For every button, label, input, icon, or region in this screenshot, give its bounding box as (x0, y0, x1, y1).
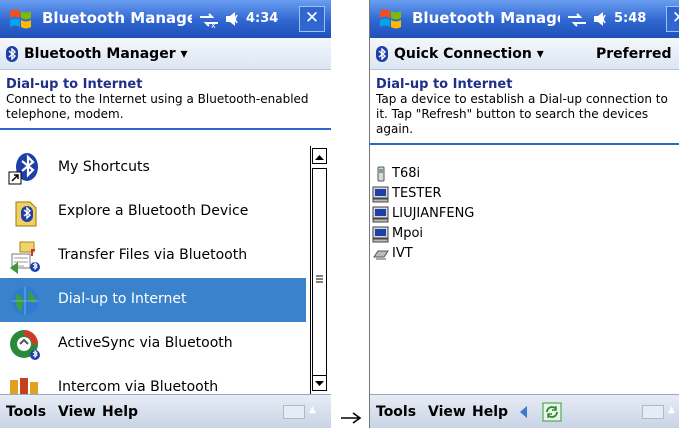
window-title: Bluetooth Manager (42, 9, 192, 27)
device-label: TESTER (392, 186, 442, 201)
speaker-icon[interactable] (592, 11, 610, 27)
device-item-ivt[interactable]: IVT (370, 244, 570, 264)
menu-view[interactable]: View (58, 404, 96, 420)
svg-text:x: x (211, 21, 216, 29)
list-item-label: Transfer Files via Bluetooth (58, 247, 248, 263)
device-item-liujianfeng[interactable]: LIUJIANFENG (370, 204, 570, 224)
scrollbar[interactable] (310, 146, 328, 394)
close-button[interactable]: ✕ (299, 6, 325, 32)
menu-bar: Tools View Help ▲ (370, 394, 679, 428)
speaker-icon[interactable] (224, 11, 242, 27)
scroll-up-button[interactable] (312, 148, 327, 164)
keyboard-icon[interactable] (642, 405, 664, 419)
bluetooth-shortcut-icon (8, 153, 38, 185)
bluetooth-icon (376, 46, 388, 62)
list-item-label: My Shortcuts (58, 159, 150, 175)
intercom-icon (10, 378, 38, 394)
menu-view[interactable]: View (428, 404, 466, 420)
close-button[interactable]: ✕ (666, 6, 679, 32)
activesync-icon (10, 330, 40, 360)
modem-icon (373, 250, 389, 260)
device-item-tester[interactable]: TESTER (370, 184, 570, 204)
windows-start-icon[interactable] (6, 5, 34, 33)
list-item-intercom[interactable]: Intercom via Bluetooth (0, 366, 306, 394)
input-toggle-icon[interactable]: ▲ (668, 405, 675, 415)
list-item-explore-device[interactable]: Explore a Bluetooth Device (0, 190, 306, 234)
list-item-activesync[interactable]: ActiveSync via Bluetooth (0, 322, 306, 366)
device-label: LIUJIANFENG (392, 206, 475, 221)
device-item-t68i[interactable]: T68i (370, 164, 570, 184)
title-bar: Bluetooth Manager x 4:34 ✕ (0, 0, 331, 38)
transfer-files-icon (10, 241, 40, 274)
description-text: Connect to the Internet using a Bluetoot… (6, 92, 309, 121)
menu-tools[interactable]: Tools (6, 404, 46, 420)
device-label: T68i (392, 166, 421, 181)
menu-help[interactable]: Help (472, 404, 508, 420)
left-screen: Bluetooth Manager x 4:34 ✕ Bluetooth Man… (0, 0, 331, 428)
computer-icon (372, 206, 389, 223)
chevron-down-icon: ▾ (180, 46, 188, 62)
menu-bar: Tools View Help ▲ (0, 394, 331, 428)
chevron-down-icon: ▾ (536, 46, 544, 62)
title-bar: Bluetooth Manager 5:48 ✕ (370, 0, 679, 38)
list-item-transfer-files[interactable]: Transfer Files via Bluetooth (0, 234, 306, 278)
scroll-down-button[interactable] (312, 375, 327, 391)
header-label: Quick Connection (394, 46, 532, 62)
windows-start-icon[interactable] (376, 5, 404, 33)
header-dropdown[interactable]: Bluetooth Manager ▾ (24, 46, 188, 62)
list-item-my-shortcuts[interactable]: My Shortcuts (0, 146, 306, 190)
back-icon[interactable] (518, 404, 534, 420)
input-toggle-icon[interactable]: ▲ (309, 405, 316, 415)
quick-connection-dropdown[interactable]: Quick Connection ▾ (394, 46, 544, 62)
computer-icon (372, 186, 389, 203)
scroll-thumb[interactable] (312, 168, 327, 388)
connectivity-icon[interactable] (566, 11, 588, 29)
service-list: My Shortcuts Explore a Bluetooth Device … (0, 146, 310, 394)
preferred-label: Preferred (596, 46, 672, 62)
description-text: Tap a device to establish a Dial-up conn… (376, 92, 668, 136)
connectivity-icon[interactable]: x (198, 11, 220, 29)
clock[interactable]: 5:48 (614, 11, 646, 26)
description-heading: Dial-up to Internet (376, 77, 513, 92)
window-title: Bluetooth Manager (412, 9, 560, 27)
keyboard-icon[interactable] (283, 405, 305, 419)
right-arrow-icon (341, 412, 362, 424)
globe-icon (11, 287, 39, 315)
clock[interactable]: 4:34 (246, 11, 278, 26)
description-panel: Dial-up to Internet Tap a device to esta… (370, 71, 679, 145)
header-label: Bluetooth Manager (24, 46, 176, 62)
device-item-mpoi[interactable]: Mpoi (370, 224, 570, 244)
list-item-label: Dial-up to Internet (58, 291, 187, 307)
header-band: Quick Connection ▾ Preferred (370, 38, 679, 70)
explore-device-icon (15, 201, 37, 227)
bluetooth-icon (6, 46, 18, 62)
refresh-icon[interactable] (542, 402, 562, 422)
list-item-label: Intercom via Bluetooth (58, 379, 219, 394)
description-heading: Dial-up to Internet (6, 77, 143, 92)
list-item-label: Explore a Bluetooth Device (58, 203, 249, 219)
menu-help[interactable]: Help (102, 404, 138, 420)
device-label: Mpoi (392, 226, 424, 241)
right-screen: Bluetooth Manager 5:48 ✕ Quick Connectio… (369, 0, 679, 428)
header-band: Bluetooth Manager ▾ (0, 38, 331, 70)
phone-icon (377, 166, 385, 182)
list-item-dial-up[interactable]: Dial-up to Internet (0, 278, 306, 322)
menu-tools[interactable]: Tools (376, 404, 416, 420)
description-panel: Dial-up to Internet Connect to the Inter… (0, 71, 331, 130)
list-item-label: ActiveSync via Bluetooth (58, 335, 233, 351)
device-label: IVT (392, 246, 413, 261)
preferred-dropdown[interactable]: Preferred (596, 46, 672, 62)
computer-icon (372, 226, 389, 243)
